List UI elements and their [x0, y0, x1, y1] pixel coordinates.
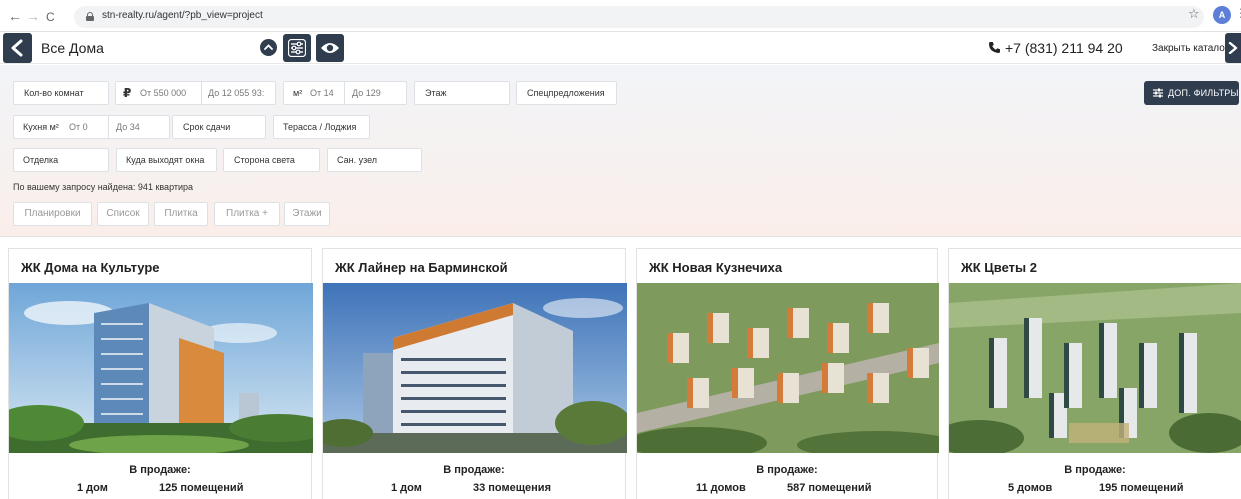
project-card[interactable]: ЖК Дома на Культуре В продаже: 1 дом 125…: [8, 248, 313, 499]
bookmark-star-icon[interactable]: ☆: [1188, 6, 1200, 22]
eye-icon: [321, 43, 339, 53]
special-offers-label: Спецпредложения: [527, 88, 605, 98]
project-image[interactable]: [323, 283, 627, 453]
floor-filter[interactable]: Этаж: [414, 81, 510, 105]
tab-tiles[interactable]: Плитка: [154, 202, 208, 226]
project-title[interactable]: ЖК Цветы 2: [961, 260, 1037, 275]
houses-count: 1 дом: [77, 482, 108, 494]
rooms-count: 125 помещений: [159, 482, 244, 494]
url-text: stn-realty.ru/agent/?pb_view=project: [102, 10, 263, 21]
browser-back-icon[interactable]: ←: [8, 9, 22, 23]
close-catalog-button[interactable]: [1225, 33, 1241, 63]
area-from-input[interactable]: От 14: [310, 88, 334, 98]
filter-panel: Кол-во комнат ₽ От 550 000 До 12 055 93:…: [0, 65, 1241, 237]
chevron-left-icon: [11, 39, 23, 57]
terrace-filter[interactable]: Терасса / Лоджия: [273, 115, 370, 139]
price-to-input[interactable]: До 12 055 93:: [208, 88, 264, 98]
windows-view-filter[interactable]: Куда выходят окна: [116, 148, 217, 172]
browser-reload-icon[interactable]: C: [46, 10, 55, 24]
kitchen-area-label: Кухня м²: [23, 122, 59, 132]
sliders-icon: [1153, 88, 1163, 98]
kitchen-area-filter: Кухня м² От 0 До 34: [13, 115, 170, 139]
finishing-label: Отделка: [23, 155, 59, 165]
price-from-input[interactable]: От 550 000: [140, 88, 186, 98]
browser-forward-icon[interactable]: →: [26, 9, 40, 23]
price-filter: ₽ От 550 000 До 12 055 93:: [115, 81, 276, 105]
rooms-filter[interactable]: Кол-во комнат: [13, 81, 109, 105]
kitchen-from-input[interactable]: От 0: [69, 122, 88, 132]
project-card[interactable]: ЖК Новая Кузнечиха В продаже: 11 домов 5…: [636, 248, 939, 499]
lock-icon: [86, 12, 94, 21]
area-unit-label: м²: [293, 88, 303, 98]
delivery-date-label: Срок сдачи: [183, 122, 231, 132]
page-title: Все Дома: [41, 40, 104, 56]
project-title[interactable]: ЖК Дома на Культуре: [21, 260, 160, 275]
cardinal-side-label: Сторона света: [234, 155, 295, 165]
rooms-count: 587 помещений: [787, 482, 872, 494]
phone-number[interactable]: +7 (831) 211 94 20: [1005, 40, 1123, 56]
chevron-right-icon: [1228, 42, 1238, 54]
browser-menu-icon[interactable]: ⋮: [1235, 7, 1241, 19]
app-header: Все Дома +7 (831) 211 94 20 Закрыть ката…: [0, 32, 1241, 64]
filters-toggle-button[interactable]: [283, 34, 311, 62]
bathroom-label: Сан. узел: [337, 155, 378, 165]
bathroom-filter[interactable]: Сан. узел: [327, 148, 422, 172]
project-image[interactable]: [637, 283, 939, 453]
terrace-label: Терасса / Лоджия: [283, 122, 357, 132]
view-button[interactable]: [316, 34, 344, 62]
area-separator: [344, 82, 345, 104]
windows-view-label: Куда выходят окна: [126, 155, 205, 165]
close-catalog-link[interactable]: Закрыть каталог: [1152, 43, 1228, 54]
project-card[interactable]: ЖК Лайнер на Барминской В продаже: 1 дом…: [322, 248, 627, 499]
price-separator: [201, 82, 202, 104]
extra-filters-button[interactable]: ДОП. ФИЛЬТРЫ: [1144, 81, 1239, 105]
project-title[interactable]: ЖК Новая Кузнечиха: [649, 260, 782, 275]
rooms-count: 195 помещений: [1099, 482, 1184, 494]
project-image[interactable]: [949, 283, 1241, 453]
sale-label: В продаже:: [756, 464, 818, 476]
project-title[interactable]: ЖК Лайнер на Барминской: [335, 260, 508, 275]
project-card[interactable]: ЖК Цветы 2 В продаже: 5 домов 195 помеще…: [948, 248, 1241, 499]
back-button[interactable]: [3, 33, 32, 63]
area-to-input[interactable]: До 129: [352, 88, 381, 98]
sale-label: В продаже:: [1064, 464, 1126, 476]
cardinal-side-filter[interactable]: Сторона света: [223, 148, 320, 172]
kitchen-separator: [108, 116, 109, 138]
sliders-icon: [288, 39, 306, 57]
floor-filter-label: Этаж: [425, 88, 447, 98]
extra-filters-label: ДОП. ФИЛЬТРЫ: [1168, 88, 1239, 98]
ruble-icon: ₽: [123, 86, 132, 100]
tab-list[interactable]: Список: [97, 202, 149, 226]
area-filter: м² От 14 До 129: [283, 81, 407, 105]
kitchen-to-input[interactable]: До 34: [116, 122, 140, 132]
special-offers-filter[interactable]: Спецпредложения: [516, 81, 617, 105]
finishing-filter[interactable]: Отделка: [13, 148, 109, 172]
catalog-selector[interactable]: Все Дома: [36, 35, 277, 61]
sale-label: В продаже:: [443, 464, 505, 476]
tab-layouts[interactable]: Планировки: [13, 202, 92, 226]
browser-toolbar: ← → C stn-realty.ru/agent/?pb_view=proje…: [0, 0, 1241, 32]
houses-count: 11 домов: [696, 482, 746, 494]
chevron-up-icon: [264, 44, 273, 50]
houses-count: 5 домов: [1008, 482, 1053, 494]
rooms-count: 33 помещения: [473, 482, 551, 494]
phone-icon: [989, 42, 1000, 53]
profile-avatar[interactable]: A: [1213, 6, 1231, 24]
search-result-count: По вашему запросу найдена: 941 квартира: [13, 182, 194, 192]
houses-count: 1 дом: [391, 482, 422, 494]
collapse-button[interactable]: [260, 39, 277, 56]
sale-label: В продаже:: [129, 464, 191, 476]
tab-tiles-plus[interactable]: Плитка +: [214, 202, 280, 226]
tab-floors[interactable]: Этажи: [284, 202, 330, 226]
project-image[interactable]: [9, 283, 313, 453]
address-bar[interactable]: stn-realty.ru/agent/?pb_view=project: [74, 6, 1204, 28]
rooms-filter-label: Кол-во комнат: [24, 88, 84, 98]
delivery-date-filter[interactable]: Срок сдачи: [172, 115, 266, 139]
